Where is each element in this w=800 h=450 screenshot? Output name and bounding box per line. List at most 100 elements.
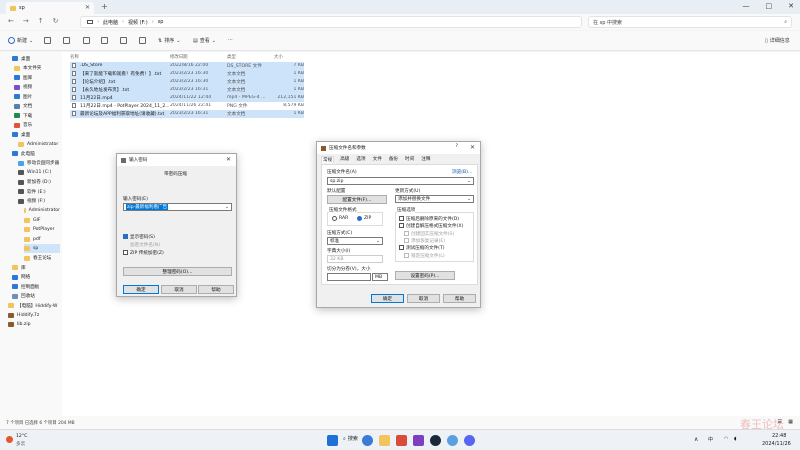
- breadcrumb-sp[interactable]: sp: [158, 19, 164, 25]
- edge-icon[interactable]: [362, 435, 373, 446]
- option-checkbox[interactable]: [399, 223, 404, 229]
- sidebar-item[interactable]: 移动云盘同步器: [18, 159, 60, 168]
- view-button[interactable]: ▤ 查看 ⌄: [193, 37, 216, 45]
- share-icon[interactable]: [120, 37, 127, 44]
- sidebar-item[interactable]: 下载: [14, 111, 60, 120]
- archive-tab[interactable]: 选项: [355, 156, 366, 163]
- ime-indicator[interactable]: 中: [708, 436, 713, 443]
- file-explorer-icon[interactable]: [379, 435, 390, 446]
- sidebar-item[interactable]: 桌面: [12, 54, 60, 63]
- ok-button[interactable]: 确定: [123, 285, 159, 294]
- table-row[interactable]: 【论坛介绍】.txt 2023/2/23 16:30 文本文档 1 KB: [70, 78, 304, 86]
- split-unit-select[interactable]: MB: [372, 273, 388, 281]
- maximize-button[interactable]: □: [766, 2, 773, 10]
- sidebar-item[interactable]: Administrator: [18, 140, 60, 149]
- sidebar-item[interactable]: 新加卷 (D:): [18, 178, 60, 187]
- app-icon-blue[interactable]: [447, 435, 458, 446]
- archive-tab[interactable]: 时间: [404, 156, 415, 163]
- archive-tab[interactable]: 备份: [388, 156, 399, 163]
- format-rar-radio[interactable]: [332, 216, 337, 221]
- archive-tab[interactable]: 常规: [321, 156, 335, 163]
- sidebar-item[interactable]: pdf: [24, 235, 60, 244]
- forward-icon[interactable]: →: [23, 17, 29, 25]
- app-icon-purple[interactable]: [413, 435, 424, 446]
- refresh-icon[interactable]: ↻: [53, 17, 59, 25]
- table-row[interactable]: 最新论坛及APP福利获取地址(请收藏).txt 2023/2/23 16:31 文本…: [70, 110, 304, 118]
- split-size-input[interactable]: [327, 273, 371, 281]
- sidebar-item[interactable]: PotPlayer: [24, 225, 60, 234]
- clock-time[interactable]: 22:48: [772, 433, 786, 439]
- discord-icon[interactable]: [464, 435, 475, 446]
- archive-tab[interactable]: 高级: [339, 156, 350, 163]
- sidebar-item[interactable]: 控制面板: [12, 282, 60, 291]
- back-icon[interactable]: ←: [8, 17, 14, 25]
- network-icon[interactable]: ◠: [724, 436, 728, 442]
- sidebar-item[interactable]: Win11 (C:): [18, 168, 60, 177]
- new-button[interactable]: 新建 ⌄: [8, 37, 33, 44]
- copy-icon[interactable]: [63, 37, 70, 44]
- sidebar-item[interactable]: Hiddify.7z: [8, 311, 60, 320]
- help-icon[interactable]: ?: [456, 144, 458, 149]
- sidebar-item[interactable]: 软件 (E:): [18, 187, 60, 196]
- column-type[interactable]: 类型: [227, 54, 236, 60]
- password-input[interactable]: zip·最新福利看广告 ⌄: [123, 203, 232, 211]
- sidebar-item[interactable]: 图库: [14, 73, 60, 82]
- update-mode-select[interactable]: 添加并替换文件 ⌄: [395, 195, 474, 203]
- sidebar-item[interactable]: 【电脑】Hiddify-W: [8, 301, 60, 310]
- sidebar-item[interactable]: 库: [12, 263, 60, 272]
- clock-date[interactable]: 2024/11/26: [762, 441, 791, 447]
- start-icon[interactable]: [327, 435, 338, 446]
- zip-legacy-checkbox[interactable]: [123, 250, 128, 255]
- breadcrumb-drive[interactable]: 视频 (F:): [128, 19, 148, 26]
- app-icon-red[interactable]: [396, 435, 407, 446]
- minimize-button[interactable]: —: [743, 2, 750, 10]
- sort-button[interactable]: ⇅ 排序 ⌄: [158, 37, 180, 45]
- sidebar-item[interactable]: 本文件夹: [14, 64, 60, 73]
- address-bar[interactable]: › 此电脑 › 视频 (F:) › sp: [80, 16, 582, 28]
- sidebar-item[interactable]: GIF: [24, 216, 60, 225]
- column-date[interactable]: 修改日期: [170, 54, 188, 60]
- table-row[interactable]: 11月22日.mp4 - PotPlayer 2024_11_2... 2024/…: [70, 102, 304, 110]
- new-tab-button[interactable]: +: [101, 2, 108, 11]
- sidebar-item[interactable]: 此电脑: [12, 149, 60, 158]
- table-row[interactable]: 11月22日.mp4 2024/11/22 12:44 mp4 - MPEG-4 .…: [70, 94, 304, 102]
- delete-icon[interactable]: [139, 37, 146, 44]
- cut-icon[interactable]: [44, 37, 51, 44]
- close-icon[interactable]: ✕: [226, 156, 231, 163]
- details-button[interactable]: ▯ 详细信息: [765, 37, 790, 45]
- chevron-down-icon[interactable]: ⌄: [467, 179, 471, 184]
- help-button[interactable]: 帮助: [198, 285, 234, 294]
- sidebar-item[interactable]: 视频 (F:): [18, 197, 60, 206]
- help-button[interactable]: 帮助: [443, 294, 476, 303]
- close-icon[interactable]: ✕: [470, 144, 475, 151]
- option-checkbox[interactable]: [399, 216, 404, 221]
- sidebar-item[interactable]: sp: [24, 244, 60, 253]
- steam-icon[interactable]: [430, 435, 441, 446]
- set-password-button[interactable]: 设置密码(P)...: [395, 271, 455, 280]
- method-select[interactable]: 标准 ⌄: [327, 237, 383, 245]
- organize-passwords-button[interactable]: 整理密码(O)...: [123, 267, 232, 276]
- search-button[interactable]: ⌕ 搜索: [343, 435, 358, 443]
- sidebar-item[interactable]: 图片: [14, 92, 60, 101]
- archive-tab[interactable]: 注释: [420, 156, 431, 163]
- sidebar-item[interactable]: 音乐: [14, 121, 60, 130]
- browse-button[interactable]: 浏览(B)...: [452, 169, 472, 175]
- chevron-down-icon[interactable]: ⌄: [225, 205, 229, 210]
- sidebar-item[interactable]: 视频: [14, 83, 60, 92]
- tray-chevron-icon[interactable]: ∧: [694, 436, 698, 443]
- volume-icon[interactable]: ◖: [734, 436, 737, 442]
- profile-button[interactable]: 配置文件(F)...: [327, 195, 387, 204]
- paste-icon[interactable]: [83, 37, 90, 44]
- column-name[interactable]: 名称: [70, 54, 79, 60]
- ok-button[interactable]: 确定: [371, 294, 404, 303]
- up-icon[interactable]: ↑: [38, 17, 44, 25]
- archive-name-input[interactable]: sp.zip ⌄: [327, 177, 474, 185]
- close-tab-icon[interactable]: ✕: [85, 4, 90, 11]
- sidebar-item[interactable]: 回收站: [12, 292, 60, 301]
- sidebar-item[interactable]: 春王论坛: [24, 254, 60, 263]
- column-size[interactable]: 大小: [274, 54, 283, 60]
- more-button[interactable]: ···: [228, 37, 233, 43]
- format-zip-radio[interactable]: [357, 216, 362, 221]
- table-row[interactable]: 【来了就能下载和观看！有免费！】.txt 2023/2/23 16:30 文本文档 1…: [70, 70, 304, 78]
- grid-view-icon[interactable]: ▦: [788, 419, 793, 425]
